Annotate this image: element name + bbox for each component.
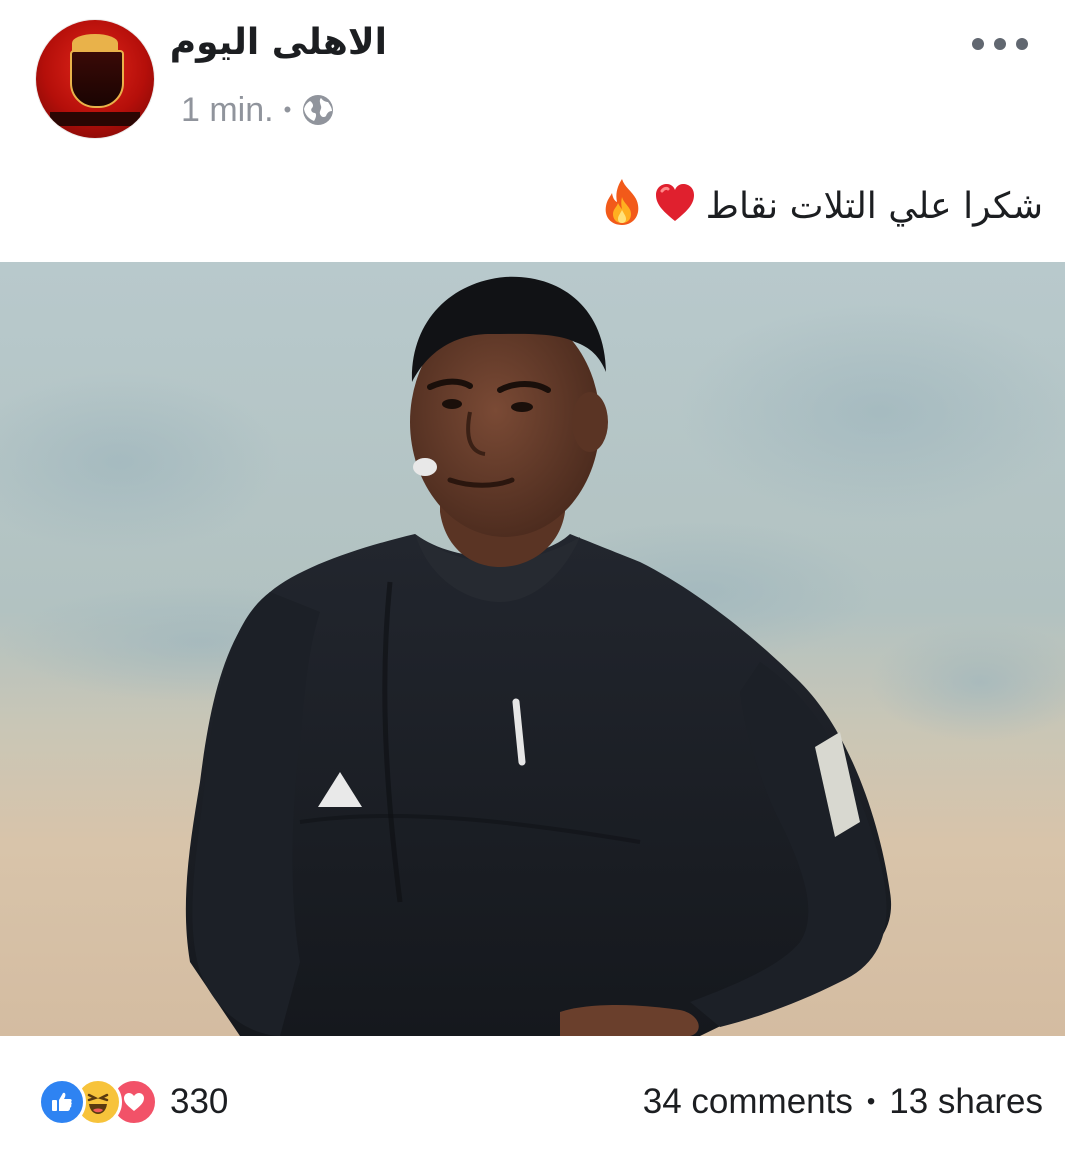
meta-separator: • [283, 97, 292, 122]
more-dot [1016, 38, 1028, 50]
shares-count-link[interactable]: 13 shares [889, 1082, 1043, 1122]
avatar-banner [50, 112, 140, 126]
post-meta: 1 min. • [181, 88, 335, 132]
more-dot [994, 38, 1006, 50]
page-name[interactable]: الاهلى اليوم [170, 22, 387, 63]
comments-count-link[interactable]: 34 comments [643, 1082, 853, 1122]
stats-separator: • [866, 1088, 876, 1115]
fire-emoji-icon [600, 177, 644, 236]
like-icon [38, 1078, 86, 1126]
heart-emoji-icon [652, 179, 698, 234]
referee-photo [0, 262, 1065, 1036]
engagement-stats: 34 comments • 13 shares [643, 1078, 1043, 1126]
reaction-count: 330 [170, 1082, 229, 1121]
facebook-post: الاهلى اليوم 1 min. • شكرا علي التلات نق… [0, 0, 1065, 1165]
club-shield-icon [70, 50, 124, 108]
reactions-summary[interactable]: 330 [38, 1078, 228, 1126]
post-timestamp[interactable]: 1 min. [181, 91, 274, 130]
post-caption: شكرا علي التلات نقاط [600, 174, 1043, 238]
caption-text: شكرا علي التلات نقاط [705, 185, 1043, 227]
page-avatar[interactable] [36, 20, 154, 138]
more-dot [972, 38, 984, 50]
more-options-icon[interactable] [972, 32, 1028, 56]
post-photo[interactable] [0, 262, 1065, 1036]
globe-icon[interactable] [301, 93, 335, 127]
